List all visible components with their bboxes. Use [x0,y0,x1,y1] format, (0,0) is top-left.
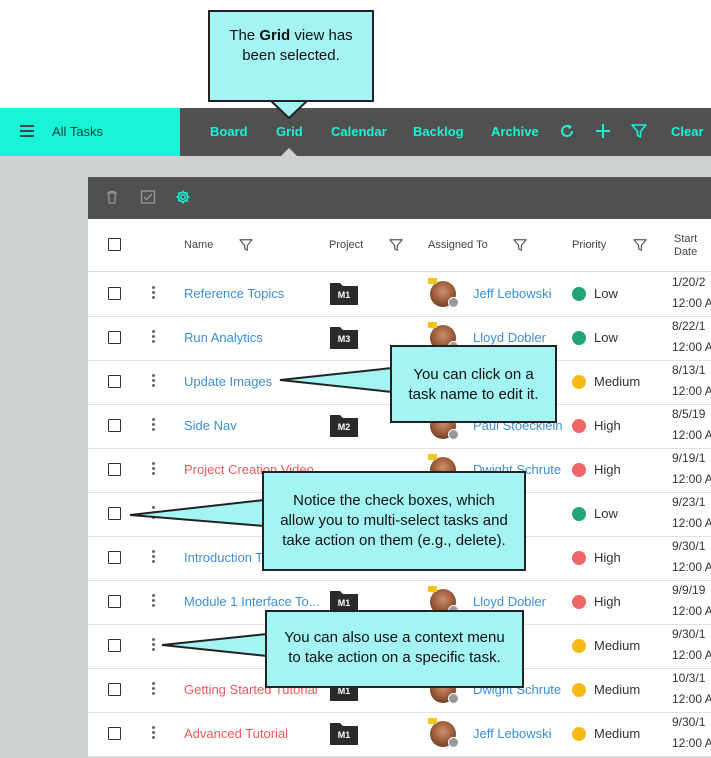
check-callout-line2: allow you to multi-select tasks and [280,512,508,529]
task-name-callout: You can click on a task name to edit it. [390,345,557,423]
grid-callout: The Grid view has been selected. [208,10,374,102]
menu-callout-line1: You can also use a context menu [284,629,505,646]
checkbox-callout: Notice the check boxes, which allow you … [262,471,526,571]
grid-callout-pointer [267,99,311,120]
context-menu-callout: You can also use a context menu to take … [265,610,524,688]
menu-callout-line2: to take action on a specific task. [288,649,501,666]
grid-callout-line1: The Grid view has [229,27,353,44]
check-callout-line1: Notice the check boxes, which [293,492,495,509]
menu-callout-pointer [161,632,268,658]
task-callout-pointer [279,366,393,394]
grid-callout-line2: been selected. [242,47,340,64]
check-callout-line3: take action on them (e.g., delete). [282,532,506,549]
task-callout-line2: task name to edit it. [408,386,539,403]
task-callout-line1: You can click on a [413,366,534,383]
check-callout-pointer [129,498,265,528]
